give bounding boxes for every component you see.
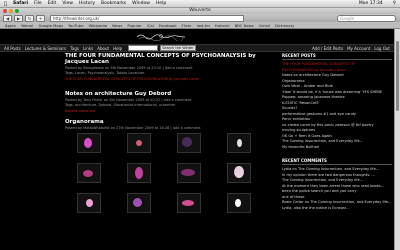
address-bar[interactable]: http://thewinter.org.uk/ (50, 14, 244, 22)
browser-toolbar: ◀ ▶ ↻ + http://thewinter.org.uk/ Google (0, 14, 400, 22)
recent-posts-heading: RECENT POSTS (282, 53, 392, 60)
spotlight-icon[interactable]: ⚲ (393, 1, 396, 6)
window-title: Wouverte (189, 8, 211, 13)
post-link[interactable]: THE FOUR FUNDAMENTAL CONCEPTS OF PSYCHOA… (65, 77, 275, 81)
nav-links[interactable]: Links (83, 46, 93, 51)
post-title[interactable]: Organorama (65, 119, 275, 125)
photo-thumbnail[interactable] (127, 133, 151, 153)
main-content: THE FOUR FUNDAMENTAL CONCEPTS OF PSYCHOA… (65, 53, 275, 219)
nav-lectures[interactable]: Lectures & Seminars (25, 46, 66, 51)
nav-help[interactable]: Help (113, 46, 122, 51)
photo-thumbnail[interactable] (227, 193, 251, 213)
bookmark-item[interactable]: Popular (127, 23, 141, 28)
window-controls (3, 9, 19, 13)
nav-account: Add / Edit Posts My Account Log Out (312, 46, 390, 51)
recent-comments-heading: RECENT COMMENTS (282, 158, 392, 165)
zoom-window-icon[interactable] (15, 9, 19, 13)
photo-thumbnail[interactable] (227, 163, 251, 183)
bookmark-item[interactable]: Apple (5, 23, 16, 28)
menu-help[interactable]: Help (156, 1, 166, 6)
my-account-link[interactable]: My Account (347, 46, 370, 51)
search-field[interactable]: Google (337, 14, 396, 22)
minimize-window-icon[interactable] (9, 9, 13, 13)
post-meta: Posted by Tony Fisher on 5th November 20… (65, 98, 192, 102)
post: Notes on architecture Guy Debord Posted … (65, 91, 275, 113)
comment-item[interactable]: Rosie Cedar on The Coming Insurrection, … (282, 200, 392, 206)
add-edit-posts-link[interactable]: Add / Edit Posts (312, 46, 343, 51)
mac-menubar:  Safari File Edit View History Bookmark… (0, 0, 400, 8)
bookmark-item[interactable]: Wikipedia (89, 23, 108, 28)
bookmark-item[interactable]: last.fm (197, 23, 210, 28)
site-search-input[interactable] (128, 45, 159, 51)
menu-safari[interactable]: Safari (13, 1, 28, 6)
bookmark-item[interactable]: YouTube (68, 23, 83, 28)
bookmarks-bar: Apple Yahoo! Google Maps YouTube Wikiped… (0, 22, 400, 29)
sidebar: RECENT POSTS THE FOUR FUNDAMENTAL CONCEP… (282, 53, 392, 211)
recent-post-link[interactable]: My favourite Bullhall (282, 145, 392, 151)
photo-grid (77, 133, 275, 213)
site-header (0, 29, 400, 44)
menu-edit[interactable]: Edit (48, 1, 57, 6)
bookmark-item[interactable]: Google Maps (39, 23, 64, 28)
close-window-icon[interactable] (3, 9, 7, 13)
menu-history[interactable]: History (79, 1, 95, 6)
reload-button[interactable]: ↻ (25, 14, 34, 22)
comment-item: Lydia, also the the notice is Ecrasez... (282, 205, 350, 210)
photo-thumbnail[interactable] (127, 193, 151, 213)
post: THE FOUR FUNDAMENTAL CONCEPTS OF PSYCHOA… (65, 53, 275, 81)
post-meta: Posted by MattsWhatsitst on 27th Novembe… (65, 126, 201, 130)
log-out-link[interactable]: Log Out (374, 46, 390, 51)
photo-thumbnail[interactable] (77, 133, 101, 153)
site-logo[interactable] (135, 32, 187, 41)
nav-about[interactable]: About (97, 46, 109, 51)
post-tags[interactable]: Tags: architecture, Debord, Situationist… (65, 103, 275, 107)
post-meta: Posted by Bourgeoisie on 5th November 20… (65, 66, 193, 70)
site-nav: All Posts Lectures & Seminars Tags Links… (0, 44, 400, 52)
comment-item[interactable]: Lydia on The Coming Insurrection, and Ev… (282, 167, 392, 173)
site-search-button[interactable]: Search the Winter (160, 45, 196, 51)
back-button[interactable]: ◀ (3, 14, 12, 22)
post: Organorama Posted by MattsWhatsitst on 2… (65, 119, 275, 213)
menu-view[interactable]: View (62, 1, 73, 6)
menu-file[interactable]: File (34, 1, 42, 6)
bookmark-item[interactable]: iCal (147, 23, 154, 28)
post-title[interactable]: THE FOUR FUNDAMENTAL CONCEPTS OF PSYCHOA… (65, 53, 275, 65)
apple-menu-icon[interactable]:  (4, 1, 7, 7)
photo-thumbnail[interactable] (77, 193, 101, 213)
scrollbar-thumb[interactable] (396, 41, 399, 111)
bookmark-item[interactable]: News (112, 23, 122, 28)
photo-thumbnail[interactable] (177, 133, 201, 153)
photo-thumbnail[interactable] (127, 163, 151, 183)
bookmark-item[interactable]: Hotmail (215, 23, 230, 28)
photo-thumbnail[interactable] (177, 193, 201, 213)
photo-thumbnail[interactable] (227, 133, 251, 153)
bookmark-item[interactable]: BBC News (235, 23, 254, 28)
page-scrollbar[interactable] (394, 29, 400, 250)
post-tags[interactable]: Tags: Lacan, Psychoanalysis, Totalis Lac… (65, 71, 275, 75)
nav-tags[interactable]: Tags (70, 46, 79, 51)
post-attachment-link[interactable]: debord-notes.doc (65, 109, 275, 113)
photo-thumbnail[interactable] (177, 163, 201, 183)
menubar-status: Mon 17:34 ⚲ (353, 1, 396, 6)
add-bookmark-button[interactable]: + (36, 14, 45, 22)
nav-all-posts[interactable]: All Posts (4, 46, 21, 51)
forward-button[interactable]: ▶ (14, 14, 23, 22)
bookmark-item[interactable]: Facebook (159, 23, 177, 28)
menu-window[interactable]: Window (132, 1, 150, 6)
photo-thumbnail[interactable] (77, 163, 101, 183)
bookmark-item[interactable]: Gmail (259, 23, 270, 28)
bookmark-item[interactable]: Dictionary (275, 23, 294, 28)
clock[interactable]: Mon 17:34 (359, 1, 383, 6)
recent-comments: RECENT COMMENTS Lydia on The Coming Insu… (282, 158, 392, 211)
post-title[interactable]: Notes on architecture Guy Debord (65, 91, 275, 97)
bookmark-item[interactable]: Flickr (182, 23, 192, 28)
menu-bookmarks[interactable]: Bookmarks (101, 1, 126, 6)
bookmark-item[interactable]: Yahoo! (21, 23, 34, 28)
